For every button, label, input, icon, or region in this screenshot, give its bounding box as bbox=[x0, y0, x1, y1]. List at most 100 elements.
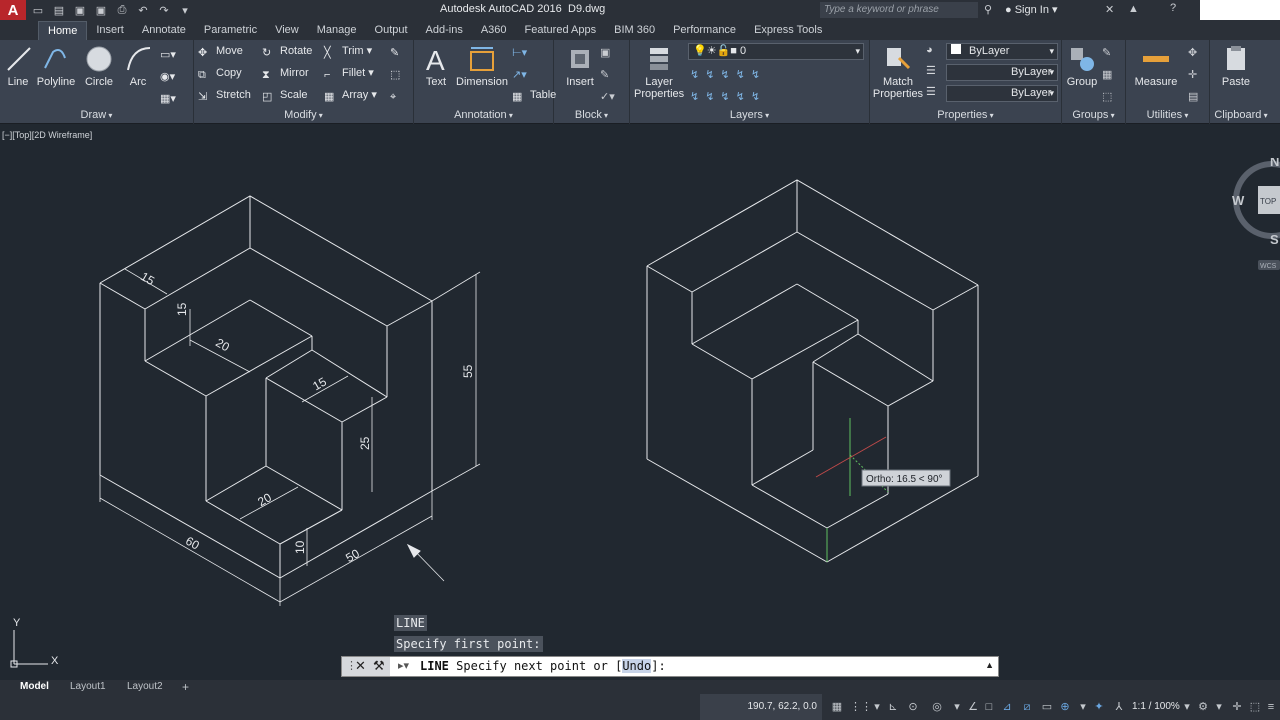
modify-extra-tools[interactable]: ✎ ⬚ ⌖ bbox=[390, 42, 400, 108]
customization-icon[interactable]: ≡ bbox=[1264, 700, 1278, 714]
recent-commands-icon[interactable]: ▸▾ bbox=[398, 659, 409, 672]
autocad-logo-icon[interactable]: A bbox=[0, 0, 26, 20]
groups-panel-label[interactable]: Groups bbox=[1062, 108, 1125, 122]
color-dropdown[interactable]: ByLayer bbox=[946, 43, 1058, 60]
table-button[interactable]: ▦ Table bbox=[512, 86, 556, 104]
3d-osnap-icon[interactable]: ⊕ bbox=[1058, 700, 1072, 714]
move-button[interactable]: ✥ Move bbox=[198, 42, 243, 60]
window-controls[interactable] bbox=[1200, 0, 1280, 20]
save-as-icon[interactable]: ▣ bbox=[92, 2, 110, 18]
draw-small-tools[interactable]: ▭▾ ◉▾ ▦▾ bbox=[160, 44, 176, 110]
search-input[interactable]: Type a keyword or phrase bbox=[820, 2, 978, 18]
lineweight-dropdown[interactable]: ByLayer bbox=[946, 85, 1058, 102]
copy-button[interactable]: ⧉ Copy bbox=[198, 64, 242, 82]
linetype-dropdown[interactable]: ByLayer bbox=[946, 64, 1058, 81]
transparency-icon[interactable]: ⧄ bbox=[1020, 700, 1034, 714]
selection-cycling-icon[interactable]: ▭ bbox=[1040, 700, 1054, 714]
viewcube-west-label[interactable]: W bbox=[1232, 193, 1245, 208]
add-layout-icon[interactable]: + bbox=[182, 680, 189, 694]
utilities-tools[interactable]: ✥ ✛ ▤ bbox=[1188, 42, 1198, 108]
draw-panel-label[interactable]: Draw bbox=[0, 108, 193, 122]
insert-button[interactable]: Insert bbox=[564, 44, 596, 88]
tab-a360[interactable]: A360 bbox=[472, 21, 516, 40]
object-snap-tracking-icon[interactable]: ∠ bbox=[966, 700, 980, 714]
undo-option[interactable]: Undo bbox=[622, 659, 652, 673]
tab-bim360[interactable]: BIM 360 bbox=[605, 21, 664, 40]
modify-panel-label[interactable]: Modify bbox=[194, 108, 413, 122]
tab-output[interactable]: Output bbox=[366, 21, 417, 40]
command-line[interactable]: ⋮ ✕ ⚒ ▸▾ LINE Specify next point or [Und… bbox=[341, 656, 999, 677]
open-file-icon[interactable]: ▤ bbox=[50, 2, 68, 18]
fillet-button[interactable]: ⌐ Fillet ▾ bbox=[324, 64, 374, 82]
circle-button[interactable]: Circle bbox=[82, 44, 116, 88]
lineweight-toggle-icon[interactable]: ⊿ bbox=[1000, 700, 1014, 714]
grid-icon[interactable]: ▦ bbox=[830, 700, 844, 714]
tab-layout1[interactable]: Layout1 bbox=[70, 680, 106, 694]
coordinates-readout[interactable]: 190.7, 62.2, 0.0 bbox=[700, 694, 822, 720]
annotation-monitor-icon[interactable]: ✛ bbox=[1230, 700, 1244, 714]
tab-featured-apps[interactable]: Featured Apps bbox=[516, 21, 606, 40]
mirror-button[interactable]: ⧗ Mirror bbox=[262, 64, 309, 82]
layer-properties-button[interactable]: Layer Properties bbox=[634, 44, 684, 100]
clipboard-panel-label[interactable]: Clipboard bbox=[1210, 108, 1280, 122]
arc-button[interactable]: Arc bbox=[124, 44, 152, 88]
tab-layout2[interactable]: Layout2 bbox=[127, 680, 163, 694]
scale-button[interactable]: ◰ Scale bbox=[262, 86, 308, 104]
group-tools[interactable]: ✎ ▦ ⬚ bbox=[1102, 42, 1112, 108]
match-properties-button[interactable]: Match Properties bbox=[872, 44, 924, 100]
tab-add-ins[interactable]: Add-ins bbox=[417, 21, 472, 40]
block-panel-label[interactable]: Block bbox=[554, 108, 629, 122]
workspace-gear-icon[interactable]: ⚙ bbox=[1196, 700, 1210, 714]
close-icon[interactable]: ✕ bbox=[355, 658, 366, 674]
exchange-icon[interactable]: ✕ bbox=[1105, 3, 1114, 16]
dimension-button[interactable]: Dimension bbox=[454, 44, 510, 88]
tab-parametric[interactable]: Parametric bbox=[195, 21, 266, 40]
paste-button[interactable]: Paste bbox=[1216, 44, 1256, 88]
dim-tools[interactable]: ⊢▾ ↗▾ bbox=[512, 42, 527, 86]
stretch-button[interactable]: ⇲ Stretch bbox=[198, 86, 251, 104]
object-snap-icon[interactable]: □ bbox=[982, 700, 996, 714]
sign-in-button[interactable]: ● Sign In ▾ bbox=[1005, 3, 1058, 16]
auto-scale-icon[interactable]: ⅄ bbox=[1112, 700, 1126, 714]
viewcube-north-label[interactable]: N bbox=[1270, 154, 1279, 169]
rotate-button[interactable]: ↻ Rotate bbox=[262, 42, 312, 60]
ducs-menu-icon[interactable]: ▾ bbox=[1076, 700, 1090, 714]
isodraft-menu-icon[interactable]: ▾ bbox=[950, 700, 964, 714]
viewcube-south-label[interactable]: S bbox=[1270, 232, 1279, 247]
viewcube[interactable]: TOP N W S WCS bbox=[1232, 154, 1280, 281]
trim-button[interactable]: ╳ Trim ▾ bbox=[324, 42, 372, 60]
utilities-panel-label[interactable]: Utilities bbox=[1126, 108, 1209, 122]
scale-menu-icon[interactable]: ▾ bbox=[1180, 700, 1194, 714]
clean-screen-icon[interactable]: ⬚ bbox=[1248, 700, 1262, 714]
array-button[interactable]: ▦ Array ▾ bbox=[324, 86, 377, 104]
tab-annotate[interactable]: Annotate bbox=[133, 21, 195, 40]
wcs-menu-label[interactable]: WCS bbox=[1260, 263, 1277, 270]
workspace-icon[interactable]: ▾ bbox=[176, 2, 194, 18]
tab-manage[interactable]: Manage bbox=[308, 21, 366, 40]
a360-icon[interactable]: ▲ bbox=[1128, 3, 1139, 15]
customize-wrench-icon[interactable]: ⚒ bbox=[373, 658, 385, 674]
text-button[interactable]: A Text bbox=[420, 44, 452, 88]
measure-button[interactable]: Measure bbox=[1130, 44, 1182, 88]
group-button[interactable]: Group bbox=[1066, 44, 1098, 88]
layer-tools[interactable]: ↯↯↯↯↯ ↯↯↯↯↯ bbox=[690, 64, 766, 108]
layer-dropdown[interactable]: 💡☀🔓■ 0 bbox=[688, 43, 864, 60]
tab-express-tools[interactable]: Express Tools bbox=[745, 21, 831, 40]
isodraft-icon[interactable]: ◎ bbox=[930, 700, 944, 714]
snap-menu-icon[interactable]: ▾ bbox=[870, 700, 884, 714]
ortho-icon[interactable]: ⊾ bbox=[886, 700, 900, 714]
tab-home[interactable]: Home bbox=[38, 21, 88, 40]
undo-icon[interactable]: ↶ bbox=[134, 2, 152, 18]
block-tools[interactable]: ▣ ✎ ✓▾ bbox=[600, 42, 615, 108]
tab-model[interactable]: Model bbox=[20, 680, 49, 694]
tab-view[interactable]: View bbox=[266, 21, 308, 40]
workspace-menu-icon[interactable]: ▾ bbox=[1212, 700, 1226, 714]
expand-history-icon[interactable]: ▲ bbox=[985, 660, 994, 670]
polyline-button[interactable]: Polyline bbox=[36, 44, 76, 88]
redo-icon[interactable]: ↷ bbox=[155, 2, 173, 18]
viewcube-top-label[interactable]: TOP bbox=[1260, 197, 1276, 206]
tab-performance[interactable]: Performance bbox=[664, 21, 745, 40]
annotation-panel-label[interactable]: Annotation bbox=[414, 108, 553, 122]
annotation-scale[interactable]: 1:1 / 100% bbox=[1132, 694, 1180, 720]
save-icon[interactable]: ▣ bbox=[71, 2, 89, 18]
